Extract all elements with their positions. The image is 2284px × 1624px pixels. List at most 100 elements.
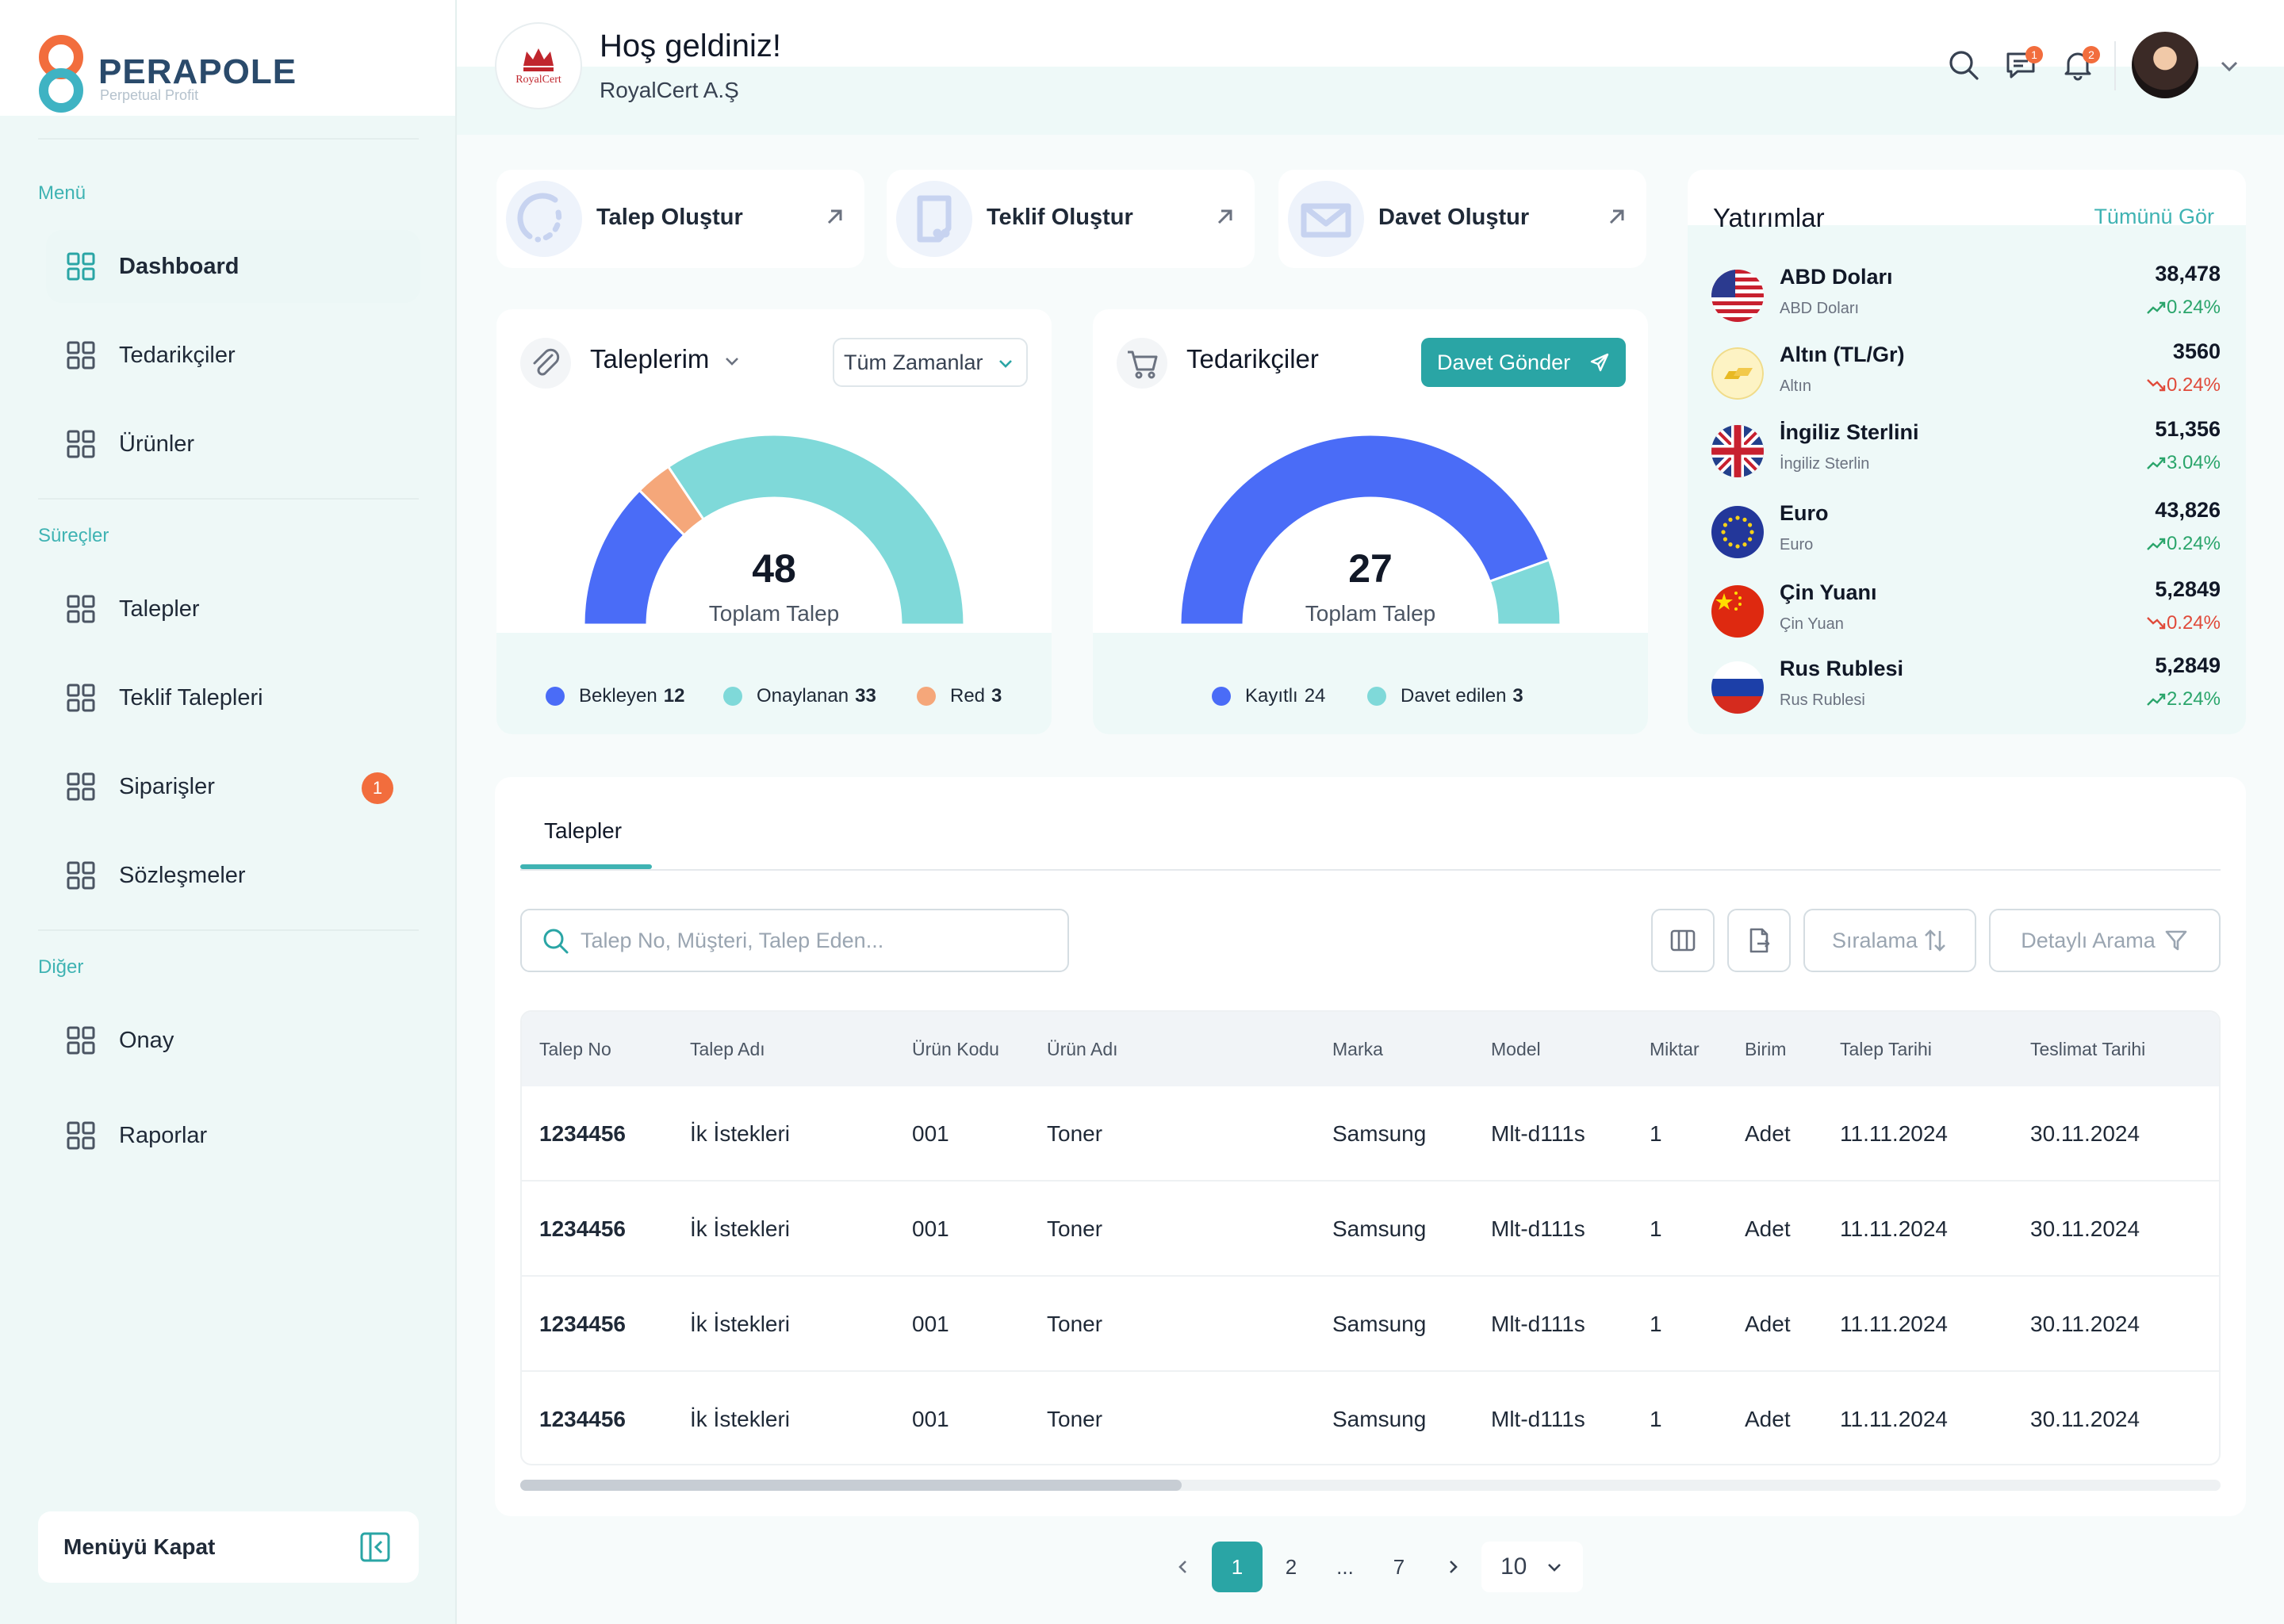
column-header[interactable]: Talep Tarihi — [1840, 1039, 1932, 1060]
investment-row[interactable]: Rus Rublesi Rus Rublesi 5,2849 2.24% — [1688, 652, 2246, 730]
sidebar-item-label: Talepler — [119, 596, 200, 622]
legend-item: Bekleyen 12 — [546, 685, 684, 707]
cell-delivery-date: 30.11.2024 — [2030, 1216, 2140, 1241]
prev-page-button[interactable] — [1158, 1542, 1209, 1592]
investment-name: İngiliz Sterlini — [1780, 420, 1919, 444]
section-title-processes: Süreçler — [38, 525, 109, 546]
cell-product-code: 001 — [912, 1312, 949, 1336]
avatar[interactable] — [2132, 32, 2198, 98]
suppliers-total-label: Toplam Talep — [1305, 601, 1436, 626]
quote-icon — [896, 181, 972, 257]
trend-down-icon — [2147, 379, 2166, 392]
create-quote-card[interactable]: Teklif Oluştur — [887, 170, 1255, 268]
legend-value: 33 — [855, 685, 876, 707]
sidebar-item-suppliers[interactable]: Tedarikçiler — [46, 319, 420, 392]
scrollbar-thumb[interactable] — [520, 1480, 1182, 1491]
trend-up-icon — [2147, 301, 2166, 314]
page-size-select[interactable]: 10 — [1481, 1542, 1583, 1592]
sidebar-item-approval[interactable]: Onay — [46, 1004, 420, 1077]
trend-down-icon — [2147, 617, 2166, 630]
investment-change: 0.24% — [2146, 612, 2221, 634]
legend-item: Onaylanan 33 — [723, 685, 876, 707]
sidebar-item-label: Raporlar — [119, 1122, 208, 1148]
grid-icon — [67, 861, 95, 890]
page-button[interactable]: 7 — [1374, 1542, 1424, 1592]
cn-flag-icon — [1711, 585, 1764, 638]
requests-total: 48 — [752, 546, 796, 591]
gauge-segment-onaylanan — [666, 433, 966, 626]
column-header[interactable]: Birim — [1745, 1039, 1786, 1060]
investment-row[interactable]: Çin Yuanı Çin Yuan 5,2849 0.24% — [1688, 576, 2246, 653]
cell-model: Mlt-d111s — [1491, 1312, 1585, 1336]
sidebar-item-products[interactable]: Ürünler — [46, 408, 420, 481]
sidebar-item-contracts[interactable]: Sözleşmeler — [46, 839, 420, 912]
investment-row[interactable]: İngiliz Sterlini İngiliz Sterlin 51,356 … — [1688, 416, 2246, 493]
gold-icon — [1711, 347, 1764, 400]
advanced-search-button[interactable]: Detaylı Arama — [1989, 909, 2221, 972]
sort-button[interactable]: Sıralama — [1803, 909, 1976, 972]
investment-change-value: 0.24% — [2166, 297, 2221, 318]
column-header[interactable]: Ürün Kodu — [912, 1039, 999, 1060]
column-header[interactable]: Teslimat Tarihi — [2030, 1039, 2145, 1060]
export-button[interactable] — [1727, 909, 1791, 972]
send-invite-button[interactable]: Davet Gönder — [1421, 338, 1626, 387]
search-icon[interactable] — [1946, 48, 1981, 82]
table-row[interactable]: 1234456 İk İstekleri 001 Toner Samsung M… — [522, 1086, 2219, 1182]
sidebar-item-quote-requests[interactable]: Teklif Talepleri — [46, 661, 420, 734]
company-logo-text: RoyalCert — [515, 74, 561, 86]
sidebar-collapse-icon — [360, 1532, 390, 1562]
messages-badge: 1 — [2025, 46, 2043, 63]
sidebar-item-requests[interactable]: Talepler — [46, 573, 420, 645]
horizontal-scrollbar[interactable] — [520, 1480, 2221, 1491]
search-placeholder: Talep No, Müşteri, Talep Eden... — [581, 928, 884, 952]
search-input[interactable]: Talep No, Müşteri, Talep Eden... — [520, 909, 1069, 972]
table-row[interactable]: 1234456 İk İstekleri 001 Toner Samsung M… — [522, 1277, 2219, 1372]
investment-row[interactable]: Altın (TL/Gr) Altın 3560 0.24% — [1688, 338, 2246, 416]
page-size-value: 10 — [1500, 1553, 1527, 1580]
chevron-down-icon[interactable] — [2217, 54, 2241, 78]
table-row[interactable]: 1234456 İk İstekleri 001 Toner Samsung M… — [522, 1182, 2219, 1277]
section-title-other: Diğer — [38, 956, 84, 978]
page-button[interactable]: 2 — [1266, 1542, 1316, 1592]
next-page-button[interactable] — [1428, 1542, 1478, 1592]
column-header[interactable]: Ürün Adı — [1047, 1039, 1118, 1060]
column-header[interactable]: Talep No — [539, 1039, 611, 1060]
cell-model: Mlt-d111s — [1491, 1216, 1585, 1241]
investment-row[interactable]: ABD Doları ABD Doları 38,478 0.24% — [1688, 260, 2246, 338]
sidebar-item-reports[interactable]: Raporlar — [46, 1099, 420, 1172]
columns-button[interactable] — [1651, 909, 1715, 972]
investment-change: 3.04% — [2146, 452, 2221, 474]
table-row[interactable]: 1234456 İk İstekleri 001 Toner Samsung M… — [522, 1372, 2219, 1464]
chevron-down-icon — [999, 360, 1012, 368]
chevron-down-icon[interactable] — [722, 350, 742, 371]
view-all-link[interactable]: Tümünü Gör — [2094, 205, 2214, 229]
column-header[interactable]: Model — [1491, 1039, 1541, 1060]
cell-brand: Samsung — [1332, 1407, 1427, 1431]
cell-request-name: İk İstekleri — [690, 1121, 791, 1146]
cell-quantity: 1 — [1650, 1407, 1662, 1431]
sidebar-item-dashboard[interactable]: Dashboard — [46, 230, 420, 303]
column-header[interactable]: Miktar — [1650, 1039, 1700, 1060]
mail-icon — [1288, 181, 1364, 257]
cell-unit: Adet — [1745, 1312, 1791, 1336]
tab-requests[interactable]: Talepler — [544, 818, 622, 844]
search-icon — [543, 929, 569, 954]
cell-product-code: 001 — [912, 1407, 949, 1431]
time-filter-select[interactable]: Tüm Zamanlar — [833, 338, 1028, 387]
create-request-card[interactable]: Talep Oluştur — [496, 170, 864, 268]
cell-unit: Adet — [1745, 1121, 1791, 1146]
create-invite-label: Davet Oluştur — [1378, 205, 1530, 230]
sidebar: PERAPOLE Perpetual Profit Menü Dashboard… — [0, 0, 457, 1624]
sidebar-divider — [38, 929, 419, 931]
create-invite-card[interactable]: Davet Oluştur — [1278, 170, 1646, 268]
sidebar-item-orders[interactable]: Siparişler 1 — [46, 750, 420, 823]
page-button[interactable]: 1 — [1212, 1542, 1263, 1592]
legend-swatch — [1367, 687, 1386, 706]
collapse-menu-button[interactable]: Menüyü Kapat — [38, 1511, 419, 1583]
cell-request-date: 11.11.2024 — [1840, 1407, 1948, 1431]
requests-title[interactable]: Taleplerim — [590, 344, 709, 374]
column-header[interactable]: Talep Adı — [690, 1039, 765, 1060]
column-header[interactable]: Marka — [1332, 1039, 1383, 1060]
company-logo: RoyalCert — [495, 22, 582, 109]
investment-row[interactable]: Euro Euro 43,826 0.24% — [1688, 496, 2246, 574]
